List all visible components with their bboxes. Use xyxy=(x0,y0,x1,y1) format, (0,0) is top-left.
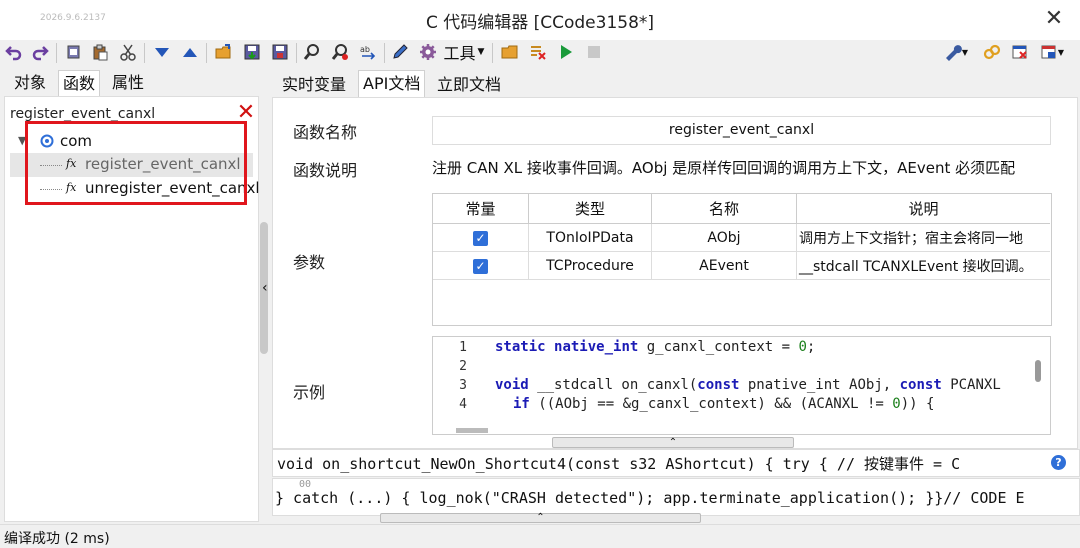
function-name-value: register_event_canxl xyxy=(432,116,1051,145)
gear-icon[interactable] xyxy=(418,40,438,64)
toolbar-separator xyxy=(56,43,57,63)
window-title: C 代码编辑器 [CCode3158*] xyxy=(425,13,655,33)
line-number: 1 xyxy=(459,340,467,355)
param-header-type: 类型 xyxy=(528,194,652,224)
cut-icon[interactable] xyxy=(118,40,138,64)
toolbar-separator xyxy=(206,43,207,63)
toolbar-separator xyxy=(144,43,145,63)
param-type-cell: TOnIoIPData xyxy=(528,223,652,252)
param-header-const: 常量 xyxy=(433,194,529,224)
find-replace-icon[interactable] xyxy=(330,40,350,64)
example-code-editor[interactable]: 1 2 3 4 static native_int g_canxl_contex… xyxy=(432,336,1051,435)
line-number: 2 xyxy=(459,359,467,374)
collapse-panel-icon[interactable]: ‹ xyxy=(262,280,268,296)
example-label: 示例 xyxy=(293,383,326,402)
line-number: 4 xyxy=(459,397,467,412)
param-const-cell: ✓ xyxy=(433,251,529,280)
status-bar xyxy=(0,524,1080,548)
code-vertical-scrollbar[interactable] xyxy=(1035,360,1041,382)
checkbox-checked-icon[interactable]: ✓ xyxy=(473,230,488,246)
function-name-label: 函数名称 xyxy=(293,123,358,142)
toolbar: ab 工具 ▼ ▼ ▼ xyxy=(0,40,1080,66)
close-button[interactable]: ✕ xyxy=(1041,6,1067,32)
window-icon[interactable]: ▼ xyxy=(1036,40,1068,64)
code-line-4: if ((AObj == &g_canxl_context) && (ACANX… xyxy=(513,396,935,412)
code-horizontal-scrollbar[interactable] xyxy=(456,428,488,433)
params-label: 参数 xyxy=(293,253,326,272)
chevron-down-icon: ▼ xyxy=(1057,47,1065,57)
panel-resize-handle[interactable]: ⌃ xyxy=(380,513,701,523)
shortcut-code-line-1[interactable]: void on_shortcut_NewOn_Shortcut4(const s… xyxy=(272,449,1080,477)
redo-icon[interactable] xyxy=(30,40,50,64)
tab-properties[interactable]: 属性 xyxy=(108,70,148,96)
open-folder-icon[interactable] xyxy=(214,40,234,64)
table-row: ✓ TCProcedure AEvent __stdcall TCANXLEve… xyxy=(433,251,1050,280)
toolbar-separator xyxy=(384,43,385,63)
folder-icon[interactable] xyxy=(500,40,520,64)
tools-menu-button[interactable]: 工具 ▼ xyxy=(442,40,486,64)
function-desc-value: 注册 CAN XL 接收事件回调。AObj 是原样传回回调的调用方上下文，AEv… xyxy=(432,159,1016,177)
clear-icon[interactable] xyxy=(528,40,548,64)
param-desc-cell: 调用方上下文指针；宿主会将同一地 xyxy=(796,223,1050,252)
param-const-cell: ✓ xyxy=(433,223,529,252)
save-as-icon[interactable] xyxy=(270,40,290,64)
run-icon[interactable] xyxy=(556,40,576,64)
tools-menu-label: 工具 xyxy=(443,44,476,63)
table-row: ✓ TOnIoIPData AObj 调用方上下文指针；宿主会将同一地 xyxy=(433,223,1050,252)
param-name-cell: AObj xyxy=(651,223,797,252)
param-type-cell: TCProcedure xyxy=(528,251,652,280)
wrench-icon[interactable]: ▼ xyxy=(940,40,972,64)
undo-icon[interactable] xyxy=(4,40,24,64)
params-table: 常量 类型 名称 说明 ✓ TOnIoIPData AObj 调用方上下文指针；… xyxy=(432,193,1052,326)
help-icon[interactable]: ? xyxy=(1051,455,1066,470)
paste-icon[interactable] xyxy=(90,40,110,64)
param-desc-cell: __stdcall TCANXLEvent 接收回调。 xyxy=(796,251,1050,280)
shortcut-code-text: } catch (...) { log_nok("CRASH detected"… xyxy=(275,489,1025,507)
tab-instant-doc[interactable]: 立即文档 xyxy=(433,72,505,98)
toolbar-separator xyxy=(296,43,297,63)
tab-functions[interactable]: 函数 xyxy=(58,70,101,97)
replace-icon[interactable]: ab xyxy=(358,40,378,64)
shortcut-code-line-2[interactable]: 00 } catch (...) { log_nok("CRASH detect… xyxy=(272,478,1080,516)
link-icon[interactable] xyxy=(982,40,1002,64)
tab-live-variables[interactable]: 实时变量 xyxy=(278,72,350,98)
param-header-name: 名称 xyxy=(651,194,797,224)
code-line-1: static native_int g_canxl_context = 0; xyxy=(495,339,816,355)
code-line-3: void __stdcall on_canxl(const pnative_in… xyxy=(495,377,1001,393)
toolbar-separator xyxy=(492,43,493,63)
close-doc-icon[interactable] xyxy=(1010,40,1030,64)
tab-objects[interactable]: 对象 xyxy=(10,70,50,96)
param-header-desc: 说明 xyxy=(796,194,1050,224)
panel-resize-handle[interactable]: ⌃ xyxy=(552,437,794,448)
chevron-down-icon: ▼ xyxy=(961,47,969,57)
shortcut-code-text: void on_shortcut_NewOn_Shortcut4(const s… xyxy=(277,455,961,473)
move-up-icon[interactable] xyxy=(180,40,200,64)
status-text: 编译成功 (2 ms) xyxy=(4,531,110,547)
highlight-annotation-box xyxy=(25,121,247,205)
svg-text:ab: ab xyxy=(360,45,370,54)
function-desc-label: 函数说明 xyxy=(293,161,358,180)
find-icon[interactable] xyxy=(302,40,322,64)
copy-icon[interactable] xyxy=(64,40,84,64)
checkbox-checked-icon[interactable]: ✓ xyxy=(473,258,488,274)
save-icon[interactable] xyxy=(242,40,262,64)
edit-icon[interactable] xyxy=(390,40,410,64)
chevron-down-icon: ▼ xyxy=(477,47,485,57)
move-down-icon[interactable] xyxy=(152,40,172,64)
tab-api-doc[interactable]: API文档 xyxy=(358,70,426,97)
param-name-cell: AEvent xyxy=(651,251,797,280)
stop-icon[interactable] xyxy=(584,40,604,64)
line-number: 3 xyxy=(459,378,467,393)
